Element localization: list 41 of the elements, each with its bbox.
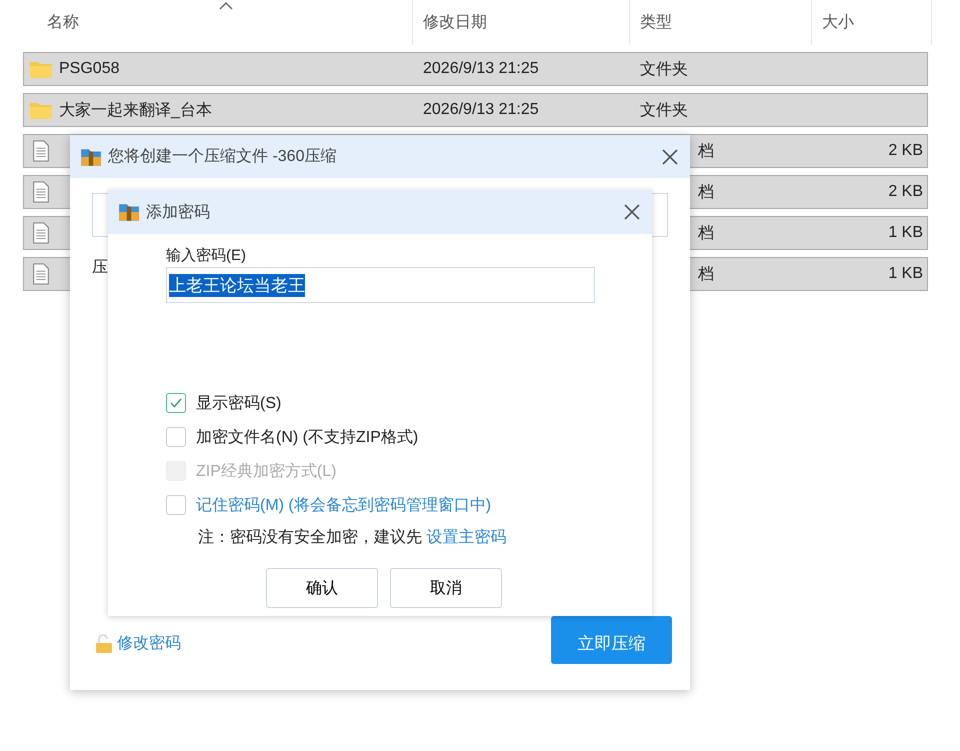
close-icon[interactable]: [660, 146, 680, 166]
checkbox[interactable]: [166, 427, 186, 447]
file-type: 档: [698, 266, 714, 282]
file-name: 大家一起来翻译_台本: [59, 100, 212, 120]
cancel-button[interactable]: 取消: [390, 568, 502, 608]
file-type: 文件夹: [640, 60, 688, 78]
note-text: 注：密码没有安全加密，建议先: [198, 529, 422, 546]
file-type: 档: [698, 224, 714, 242]
option-label[interactable]: 加密文件名(N) (不支持ZIP格式): [196, 426, 418, 448]
file-type: 档: [698, 142, 714, 160]
file-type: 档: [698, 184, 714, 200]
file-row[interactable]: 大家一起来翻译_台本 2026/9/13 21:25 文件夹: [23, 93, 928, 127]
file-name: PSG058: [59, 60, 120, 78]
file-size: 2 KB: [888, 183, 923, 200]
column-header[interactable]: 修改日期: [413, 0, 630, 45]
check-icon: [169, 396, 183, 410]
confirm-button[interactable]: 确认: [266, 568, 378, 608]
option-label[interactable]: 显示密码(S): [196, 392, 282, 414]
change-password-link[interactable]: 修改密码: [117, 633, 181, 654]
password-field[interactable]: 上老王论坛当老王: [166, 267, 595, 303]
modified-date: 2026/9/13 21:25: [423, 60, 539, 77]
modified-date: 2026/9/13 21:25: [423, 101, 539, 118]
column-header[interactable]: 大小: [812, 0, 932, 45]
field-label: 压: [92, 258, 109, 278]
checkbox[interactable]: [166, 495, 186, 515]
column-header[interactable]: 类型: [630, 0, 812, 45]
sort-caret-icon: [219, 2, 233, 10]
file-type: 文件夹: [640, 102, 688, 118]
master-password-link[interactable]: 设置主密码: [426, 529, 506, 546]
file-size: 1 KB: [888, 224, 923, 241]
dialog-title: 添加密码: [146, 202, 211, 222]
checkbox[interactable]: [166, 393, 186, 413]
file-size: 2 KB: [888, 142, 923, 159]
file-size: 1 KB: [888, 265, 923, 282]
column-header[interactable]: 名称: [23, 0, 413, 45]
lock-icon: [95, 634, 113, 654]
option-label[interactable]: 记住密码(M) (将会备忘到密码管理窗口中): [196, 494, 492, 516]
file-row[interactable]: PSG058 2026/9/13 21:25 文件夹: [23, 52, 928, 86]
dialog-title: 您将创建一个压缩文件 -360压缩: [108, 146, 338, 167]
field-label: 输入密码(E): [166, 246, 247, 265]
close-icon[interactable]: [622, 202, 642, 222]
